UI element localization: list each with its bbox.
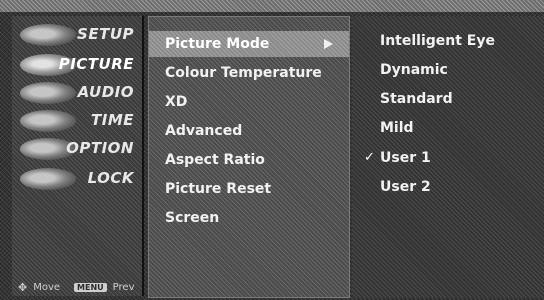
menu-item-label: Aspect Ratio [165, 152, 265, 168]
submenu-item-label: Mild [380, 120, 414, 136]
clock-icon [20, 110, 76, 132]
category-lock[interactable]: LOCK [12, 164, 144, 192]
menu-item-picture-mode[interactable]: Picture Mode [149, 31, 349, 57]
category-label: AUDIO [77, 83, 134, 101]
navigation-hints: ✥ Move MENU Prev [12, 278, 144, 296]
move-icon: ✥ [18, 280, 28, 294]
category-picture[interactable]: PICTURE [12, 50, 144, 78]
menu-key-icon: MENU [74, 282, 107, 292]
menu-item-aspect-ratio[interactable]: Aspect Ratio [149, 147, 349, 173]
menu-item-screen[interactable]: Screen [149, 205, 349, 231]
top-strip [0, 0, 544, 12]
category-label: TIME [91, 111, 134, 129]
submenu-item-label: Dynamic [380, 62, 448, 78]
speaker-icon [20, 82, 76, 104]
tv-osd-screen: SETUP PICTURE AUDIO TIME OPTION LOCK ✥ M… [0, 0, 544, 300]
menu-item-label: Picture Mode [165, 36, 270, 52]
menu-item-label: Colour Temperature [165, 65, 322, 81]
menu-item-picture-reset[interactable]: Picture Reset [149, 176, 349, 202]
prev-hint-label: Prev [112, 281, 135, 293]
submenu-item-label: User 1 [380, 150, 431, 166]
menu-item-label: XD [165, 94, 188, 110]
menu-item-label: Picture Reset [165, 181, 272, 197]
move-hint-label: Move [33, 281, 61, 293]
submenu-item-user-1[interactable]: ✓ User 1 [352, 145, 542, 171]
submenu-item-mild[interactable]: Mild [352, 115, 542, 141]
category-label: OPTION [66, 139, 134, 157]
menu-item-colour-temperature[interactable]: Colour Temperature [149, 60, 349, 86]
menu-item-xd[interactable]: XD [149, 89, 349, 115]
category-option[interactable]: OPTION [12, 134, 144, 162]
submenu-item-standard[interactable]: Standard [352, 86, 542, 112]
submenu-item-dynamic[interactable]: Dynamic [352, 57, 542, 83]
submenu-item-label: Standard [380, 91, 453, 107]
category-column: SETUP PICTURE AUDIO TIME OPTION LOCK [12, 16, 144, 296]
category-label: LOCK [87, 169, 134, 187]
menu-item-label: Advanced [165, 123, 243, 139]
category-audio[interactable]: AUDIO [12, 78, 144, 106]
category-setup[interactable]: SETUP [12, 20, 144, 48]
padlock-icon [20, 168, 76, 190]
menu-item-label: Screen [165, 210, 220, 226]
submenu-item-label: User 2 [380, 179, 431, 195]
checkmark-icon: ✓ [364, 150, 375, 165]
picture-mode-submenu: Intelligent Eye Dynamic Standard Mild ✓ … [352, 16, 544, 298]
category-label: SETUP [77, 25, 134, 43]
menu-item-advanced[interactable]: Advanced [149, 118, 349, 144]
category-label: PICTURE [58, 55, 134, 73]
submenu-item-label: Intelligent Eye [380, 33, 495, 49]
picture-menu-panel: Picture Mode Colour Temperature XD Advan… [148, 16, 350, 298]
submenu-item-user-2[interactable]: User 2 [352, 174, 542, 200]
satellite-dish-icon [20, 24, 76, 46]
category-time[interactable]: TIME [12, 106, 144, 134]
submenu-item-intelligent-eye[interactable]: Intelligent Eye [352, 28, 542, 54]
arrow-right-icon [324, 39, 333, 49]
